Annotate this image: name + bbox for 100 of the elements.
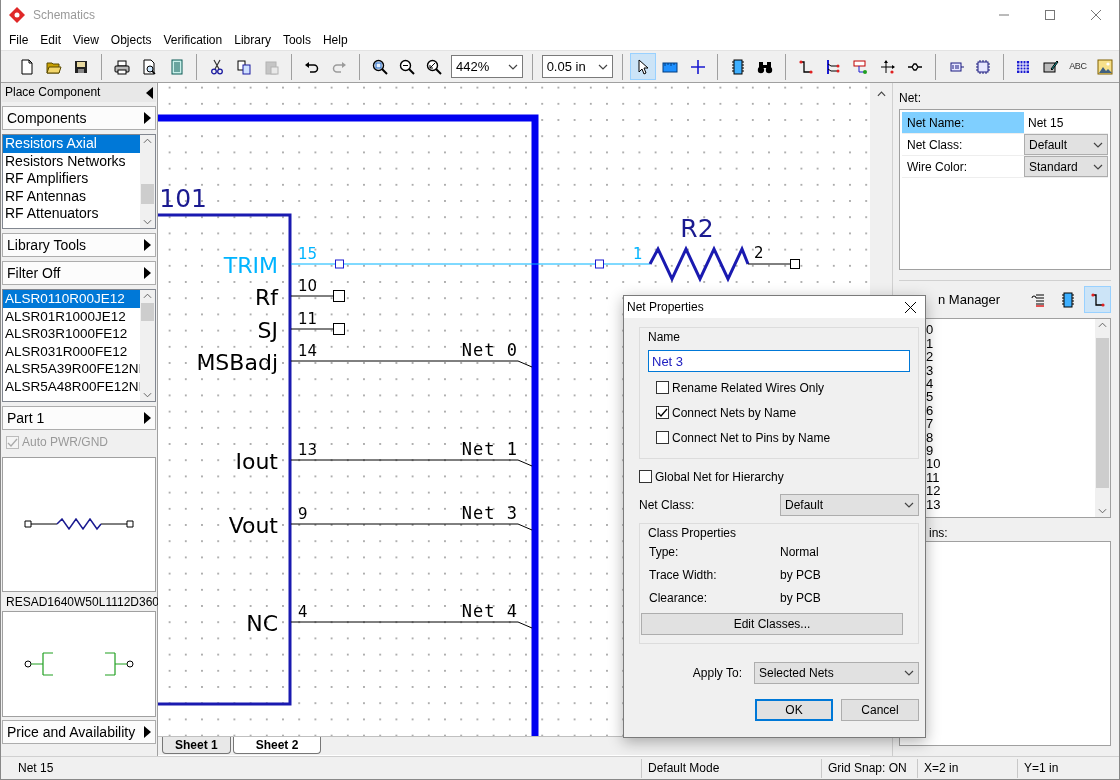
library-tools-button[interactable]: Library Tools [2, 233, 156, 257]
scissors-icon [208, 58, 225, 75]
edit-classes-button[interactable]: Edit Classes... [641, 612, 903, 635]
components-button[interactable]: Components [2, 106, 156, 130]
menu-item[interactable]: Verification [157, 32, 229, 48]
checkbox[interactable] [656, 381, 669, 395]
sheet-tab[interactable]: Sheet 2 [232, 737, 322, 755]
arrow-right-icon [143, 267, 151, 279]
pin-line [290, 328, 334, 330]
list-item[interactable]: Resistors Networks [3, 152, 140, 170]
scrollbar-thumb[interactable] [141, 184, 154, 204]
group-title: Name [648, 330, 681, 345]
chip-icon [1059, 291, 1076, 308]
menu-item[interactable]: Edit [34, 32, 68, 48]
checkbox-label: Global Net for Hierarchy [655, 469, 784, 485]
property-value[interactable]: Net 15 [1024, 112, 1108, 134]
selection-handle[interactable] [595, 259, 604, 269]
edit-icon [1042, 58, 1059, 75]
panel-tool-button[interactable] [1084, 286, 1111, 314]
table-icon [1015, 58, 1032, 75]
list-item[interactable]: ALSR0110R00JE12 [3, 290, 140, 308]
caret-icon [1093, 163, 1103, 170]
status-text: X=2 in [917, 758, 1017, 778]
list-item[interactable]: ALSR5A48R00FE12NI [3, 377, 140, 395]
crosshair-icon [689, 58, 706, 75]
net-class-dropdown[interactable]: Default [780, 494, 919, 517]
menu-item[interactable]: Objects [104, 32, 158, 48]
part-button[interactable]: Part 1 [2, 406, 156, 430]
save-icon [73, 58, 90, 75]
scrollbar[interactable] [140, 290, 155, 401]
scroll-up-icon [143, 293, 152, 299]
scrollbar-thumb[interactable] [1096, 338, 1109, 489]
wire-icon [1089, 291, 1106, 308]
list-item[interactable]: ALSR031R000FE12 [3, 342, 140, 360]
menu-item[interactable]: Tools [276, 32, 317, 48]
chip-icon [974, 58, 991, 75]
property-value: by PCB [780, 568, 821, 583]
wire-icon [797, 58, 814, 75]
menu-item[interactable]: View [67, 32, 105, 48]
list-item[interactable]: ALSR01R1000JE12 [3, 307, 140, 325]
property-dropdown[interactable]: Standard [1024, 156, 1108, 178]
filter-button[interactable]: Filter Off [2, 261, 156, 285]
scroll-up-button[interactable] [876, 91, 886, 97]
apply-to-dropdown[interactable]: Selected Nets [754, 661, 919, 684]
list-item[interactable]: Resistors Axial [3, 135, 140, 153]
sheet-tab[interactable]: Sheet 1 [162, 737, 231, 755]
scroll-up-icon [143, 138, 152, 144]
scrollbar[interactable] [1095, 319, 1110, 518]
pin-number: 14 [298, 342, 318, 360]
list-item[interactable]: RF Attenuators [3, 205, 140, 223]
dropdown[interactable]: 442% [451, 55, 523, 78]
pin-line [747, 263, 791, 265]
dropdown[interactable]: 0.05 in [541, 55, 614, 78]
pin-number: 9 [298, 505, 308, 523]
selection-handle[interactable] [335, 259, 344, 269]
field-label: Apply To: [692, 665, 742, 680]
arrow-right-icon [143, 726, 151, 739]
property-label[interactable]: Net Class: [902, 134, 1024, 156]
list-item[interactable]: ALSR03R1000FE12 [3, 325, 140, 343]
pin-number: 1 [633, 245, 643, 263]
checkbox-label: Connect Nets by Name [672, 405, 797, 421]
property-label[interactable]: Net Name: [902, 112, 1024, 134]
list-item[interactable]: RF Amplifiers [3, 170, 140, 188]
pin-number: 4 [298, 603, 308, 621]
checkbox[interactable] [656, 431, 669, 445]
status-text: Default Mode [641, 758, 821, 778]
checkbox[interactable] [639, 470, 652, 484]
list-item[interactable]: RF Antennas [3, 187, 140, 205]
ok-button[interactable]: OK [755, 698, 833, 721]
field-label: Net Class: [639, 498, 696, 513]
property-dropdown[interactable]: Default [1024, 134, 1108, 156]
toolbar-button[interactable] [630, 53, 656, 80]
menu-item[interactable]: Help [316, 32, 354, 48]
maximize-icon [1045, 10, 1055, 20]
pin-number: 13 [298, 441, 318, 459]
chip-icon [730, 58, 747, 75]
panel-title: Place Component [5, 85, 101, 100]
zoom-fit-icon [426, 58, 443, 75]
net-name-field[interactable]: Net 3 [648, 350, 910, 373]
move-pin-icon [879, 58, 896, 75]
price-availability-button[interactable]: Price and Availability [2, 720, 156, 745]
cancel-button[interactable]: Cancel [841, 698, 919, 721]
property-label[interactable]: Wire Color: [902, 156, 1024, 178]
menu-item[interactable]: File [3, 32, 35, 48]
collapse-button[interactable] [145, 86, 153, 99]
list-item[interactable]: ALSR5A39R00FE12NI [3, 360, 140, 378]
new-file-icon [18, 58, 35, 75]
spell-check-button[interactable]: ABC [1065, 53, 1091, 80]
scroll-down-icon [1098, 508, 1107, 515]
scrollbar[interactable] [140, 135, 155, 228]
checkbox[interactable] [656, 406, 669, 420]
section-title: n Manager [938, 292, 1001, 308]
zoom-in-icon [371, 58, 388, 75]
menu-item[interactable]: Library [228, 32, 277, 48]
scrollbar-thumb[interactable] [141, 303, 154, 321]
printer-icon [113, 58, 130, 75]
net-label: Net 0 [461, 340, 518, 360]
component-ref: 101 [159, 184, 207, 213]
net-label: Net 4 [461, 601, 518, 621]
group-title: Class Properties [648, 526, 738, 541]
